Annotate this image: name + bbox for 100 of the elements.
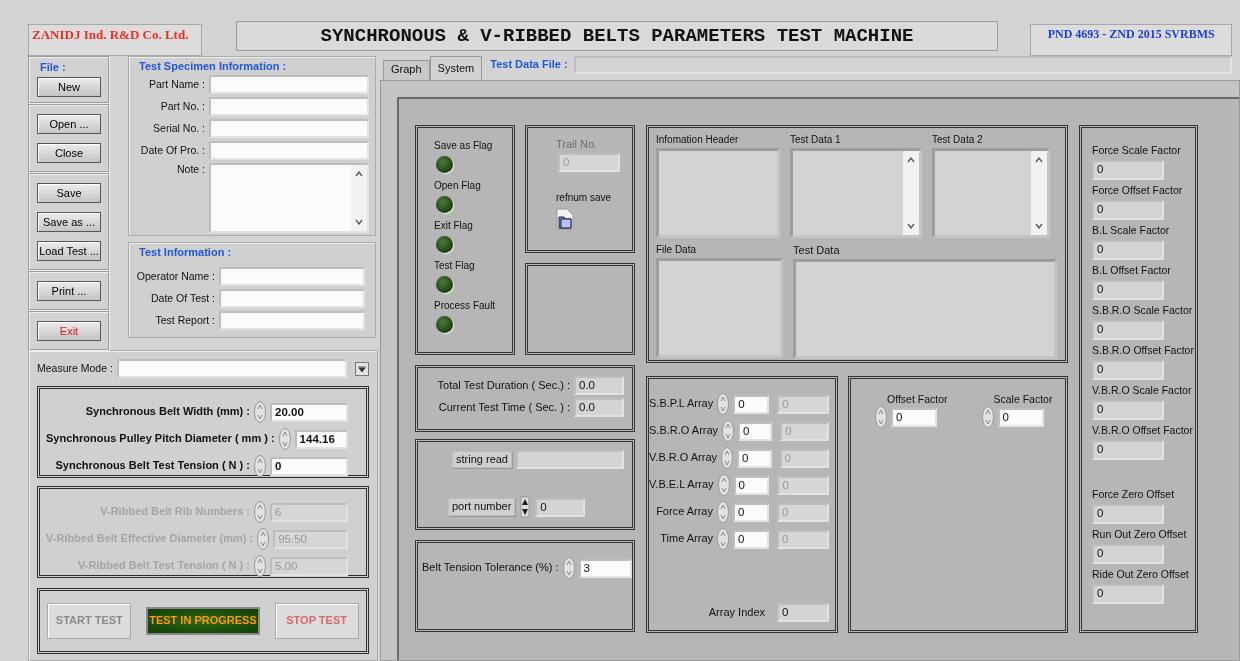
company-label: ZANIDJ Ind. R&D Co. Ltd. — [28, 24, 202, 56]
numeric-display: 0 — [1092, 544, 1164, 564]
field-label: S.B.R.O Offset Factor — [1092, 344, 1195, 357]
field-label: Test Data File : — [490, 57, 568, 72]
field-label: Part Name : — [147, 78, 205, 91]
field-label: B.L Scale Factor — [1092, 224, 1171, 237]
scrollbar[interactable] — [903, 151, 919, 235]
scrollbar[interactable] — [1031, 151, 1047, 235]
array-element: 0 — [777, 475, 829, 495]
text-field[interactable] — [209, 75, 369, 95]
numeric-display: 0 — [1092, 320, 1164, 340]
field-label: S.B.R.O Scale Factor — [1092, 304, 1194, 317]
window-title: SYNCHRONOUS & V-RIBBED BELTS PARAMETERS TEST MACHINE — [235, 21, 999, 51]
measure-mode-field[interactable] — [116, 359, 348, 378]
field-label: Measure Mode : — [37, 362, 113, 375]
numeric-display: 0 — [1092, 360, 1164, 380]
numeric-display: 0 — [1092, 240, 1164, 260]
dropdown-button[interactable] — [355, 361, 369, 376]
model-code: PND 4693 - ZND 2015 SVRBMS — [1030, 24, 1232, 56]
display-label: File Data — [656, 244, 697, 256]
field-label: Total Test Duration ( Sec.) : — [437, 378, 570, 393]
chevron-up-icon[interactable] — [355, 171, 363, 178]
chevron-down-icon[interactable] — [907, 223, 915, 229]
field-label: Part No. : — [159, 100, 205, 113]
numeric-field[interactable]: 3 — [578, 558, 632, 578]
file-button[interactable]: Print ... — [37, 281, 101, 302]
field-label: Force Zero Offset — [1092, 488, 1176, 501]
tab[interactable]: System — [429, 56, 483, 80]
field-label: Synchronous Belt Width (mm) : — [84, 405, 250, 419]
numeric-field[interactable]: 0 — [891, 407, 937, 427]
field-label: Serial No. : — [152, 122, 205, 135]
flag-label: Process Fault — [434, 300, 497, 312]
spin-control[interactable] — [519, 496, 532, 518]
flag-label: Test Flag — [434, 260, 476, 272]
text-field[interactable] — [209, 119, 369, 139]
text-field[interactable] — [209, 97, 369, 117]
status-indicator: TEST IN PROGRESS — [146, 607, 260, 635]
text-field[interactable] — [209, 141, 369, 161]
note-field[interactable] — [209, 163, 369, 234]
field-label: B.L Offset Factor — [1092, 264, 1172, 277]
numeric-display: 0.0 — [574, 376, 624, 395]
text-field[interactable] — [219, 289, 365, 309]
scrollbar[interactable] — [351, 165, 367, 232]
flag-label: Exit Flag — [434, 220, 474, 232]
chevron-down-icon[interactable] — [1035, 223, 1043, 229]
chevron-up-icon[interactable] — [1035, 157, 1043, 163]
tab[interactable]: Graph — [383, 60, 430, 80]
numeric-field[interactable]: 144.16 — [294, 429, 348, 449]
field-label: Test Report : — [154, 314, 215, 327]
field-label: port number — [448, 498, 516, 516]
field-label: V.B.E.L Array — [649, 478, 714, 492]
field-label: Date Of Test : — [150, 292, 215, 305]
field-label: Force Array — [656, 505, 713, 519]
numeric-display: 0 — [1092, 200, 1164, 220]
numeric-field[interactable]: 20.00 — [270, 402, 348, 422]
numeric-display: 0 — [1092, 160, 1164, 180]
numeric-field[interactable]: 0 — [737, 448, 772, 468]
flag-label: Open Flag — [434, 180, 482, 192]
file-button[interactable]: Load Test ... — [37, 241, 101, 262]
numeric-field[interactable]: 0 — [997, 407, 1044, 427]
field-label: S.B.P.L Array — [649, 397, 714, 411]
field-label: Offset Factor — [887, 393, 948, 406]
numeric-field[interactable]: 0 — [733, 502, 769, 522]
field-label: Force Offset Factor — [1092, 184, 1184, 197]
numeric-field[interactable]: 0 — [535, 497, 586, 517]
numeric-field[interactable]: 0 — [733, 394, 770, 414]
field-label: Array Index — [708, 605, 765, 620]
field-label: Scale Factor — [993, 393, 1053, 406]
numeric-field[interactable]: 0 — [738, 421, 773, 441]
section-title: Test Information : — [138, 245, 233, 260]
exit-button[interactable]: Exit — [37, 321, 101, 342]
file-button[interactable]: Save as ... — [37, 212, 101, 233]
chevron-up-icon[interactable] — [907, 157, 915, 163]
file-folder-icon[interactable] — [556, 208, 574, 231]
file-path-field[interactable] — [573, 56, 1232, 74]
section-title: File : — [40, 61, 66, 75]
text-field[interactable] — [219, 267, 365, 287]
numeric-display: 0.0 — [574, 398, 624, 417]
numeric-field[interactable]: 0 — [733, 475, 770, 495]
field-label: Trail No. — [556, 138, 599, 152]
numeric-display: 0 — [1092, 280, 1164, 300]
field-label: S.B.R.O Array — [649, 424, 719, 438]
numeric-field[interactable]: 0 — [270, 456, 348, 476]
file-button[interactable]: Save — [37, 183, 101, 204]
field-label: Run Out Zero Offset — [1092, 528, 1188, 541]
file-button[interactable]: Close — [37, 143, 101, 164]
text-field[interactable] — [219, 311, 365, 331]
file-button[interactable]: Open ... — [37, 114, 101, 135]
chevron-down-icon[interactable] — [355, 219, 363, 226]
file-button[interactable]: New — [37, 77, 101, 98]
spin-control[interactable] — [254, 555, 266, 577]
numeric-field[interactable]: 0 — [733, 529, 769, 549]
section-title: Test Specimen Information : — [138, 59, 288, 74]
spin-control[interactable] — [254, 455, 266, 477]
numeric-display: 0 — [1092, 504, 1164, 524]
numeric-display: 0 — [1092, 440, 1164, 460]
array-element: 0 — [777, 394, 829, 414]
field-label: Force Scale Factor — [1092, 144, 1182, 157]
flag-label: Save as Flag — [434, 140, 494, 152]
field-label: Note : — [176, 163, 205, 176]
